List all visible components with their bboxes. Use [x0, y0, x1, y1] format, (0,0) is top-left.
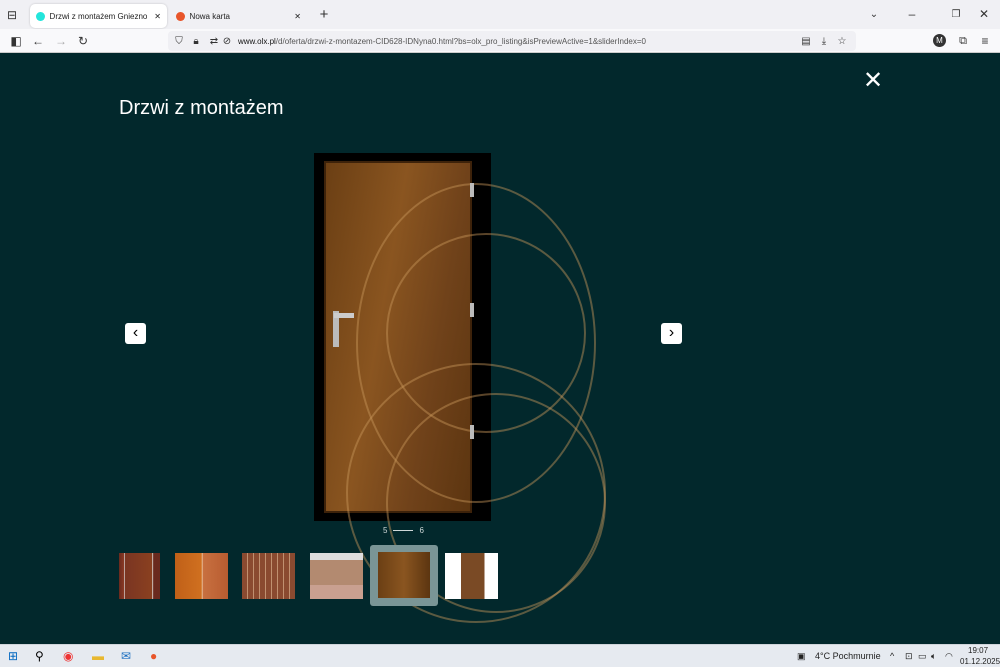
url-path: /d/oferta/drzwi-z-montazem-CID628-IDNyna…	[275, 36, 646, 46]
close-gallery-icon[interactable]: ✕	[862, 69, 884, 94]
firefox-icon[interactable]: ●	[150, 649, 157, 663]
weather-icon[interactable]: ▣	[797, 651, 806, 662]
main-image-door	[314, 153, 606, 623]
battery-icon[interactable]: ▭	[918, 651, 927, 662]
restore-icon[interactable]: ❐	[948, 6, 964, 22]
profile-avatar[interactable]: M	[933, 34, 946, 47]
tab-new[interactable]: Nowa karta ✕	[170, 4, 307, 28]
location-icon[interactable]: ⊘	[221, 34, 233, 48]
url-domain: www.olx.pl	[238, 36, 276, 46]
image-counter: 56	[383, 526, 424, 535]
firefox-favicon	[176, 11, 185, 21]
camera-icon[interactable]: ⊡	[905, 651, 913, 662]
olx-favicon	[36, 11, 45, 21]
chevron-down-icon[interactable]: ⌄	[866, 6, 882, 22]
wifi-icon[interactable]: ◠	[945, 651, 953, 662]
close-tab-icon[interactable]: ✕	[294, 12, 301, 21]
thumbnail-6[interactable]	[445, 553, 498, 599]
reload-icon[interactable]: ↻	[75, 33, 91, 49]
tab-list-icon[interactable]: ⊟	[5, 8, 19, 22]
permissions-icon[interactable]: ⇄	[208, 34, 220, 48]
taskbar: ⊞ ⚲ ◉ ▬ ✉ ● ▣ 4°C Pochmurnie ^ ⊡ ▭ 🔈︎ ◠ …	[0, 644, 1000, 667]
back-icon[interactable]: ←	[30, 33, 46, 49]
start-icon[interactable]: ⊞	[8, 649, 18, 663]
chrome-icon[interactable]: ◉	[63, 649, 73, 663]
forward-icon[interactable]: →	[53, 33, 69, 49]
shield-icon[interactable]: ⛉	[173, 34, 185, 48]
bookmark-star-icon[interactable]: ☆	[836, 34, 848, 48]
sidebar-icon[interactable]: ◧	[8, 33, 24, 49]
weather-text[interactable]: 4°C Pochmurnie	[815, 651, 881, 661]
previous-image-button[interactable]: ‹	[125, 323, 146, 344]
thumbnail-2[interactable]	[175, 553, 228, 599]
file-explorer-icon[interactable]: ▬	[92, 649, 104, 663]
thumbnail-3[interactable]	[242, 553, 295, 599]
gallery-title: Drzwi z montażem	[119, 97, 284, 119]
close-tab-icon[interactable]: ✕	[154, 12, 161, 21]
volume-icon[interactable]: 🔈︎	[931, 651, 936, 662]
nav-bar: ◧ ← → ↻ ⛉ 🔒︎ ⇄ ⊘ www.olx.pl/d/oferta/drz…	[0, 29, 1000, 53]
tray-chevron-icon[interactable]: ^	[890, 651, 894, 661]
clock-date[interactable]: 01.12.2025	[960, 657, 1000, 666]
url-bar[interactable]: ⛉ 🔒︎ ⇄ ⊘ www.olx.pl/d/oferta/drzwi-z-mon…	[168, 31, 856, 51]
menu-icon[interactable]: ≡	[977, 33, 993, 49]
lock-icon[interactable]: 🔒︎	[190, 34, 202, 48]
thumbnail-5[interactable]	[378, 552, 430, 598]
reader-view-icon[interactable]: ▤	[800, 34, 812, 48]
close-window-icon[interactable]: ✕	[976, 6, 992, 22]
search-icon[interactable]: ⚲	[35, 649, 44, 663]
outlook-icon[interactable]: ✉	[121, 649, 131, 663]
tab-olx[interactable]: Drzwi z montażem Gniezno • OLX ✕	[30, 4, 167, 28]
thumbnail-1[interactable]	[119, 553, 160, 599]
tab-bar: ⊟ Drzwi z montażem Gniezno • OLX ✕ Nowa …	[0, 0, 1000, 29]
minimize-icon[interactable]: –	[904, 6, 920, 22]
tab-label: Nowa karta	[189, 11, 231, 21]
thumbnail-4[interactable]	[310, 553, 363, 599]
save-icon[interactable]: ⤓	[818, 34, 830, 48]
next-image-button[interactable]: ›	[661, 323, 682, 344]
tab-label: Drzwi z montażem Gniezno • OLX	[49, 11, 150, 21]
current-index: 5	[383, 526, 388, 535]
total-count: 6	[419, 526, 424, 535]
extensions-icon[interactable]: ⧉	[955, 33, 971, 49]
clock-time[interactable]: 19:07	[968, 646, 988, 655]
new-tab-icon[interactable]: +	[316, 6, 332, 23]
